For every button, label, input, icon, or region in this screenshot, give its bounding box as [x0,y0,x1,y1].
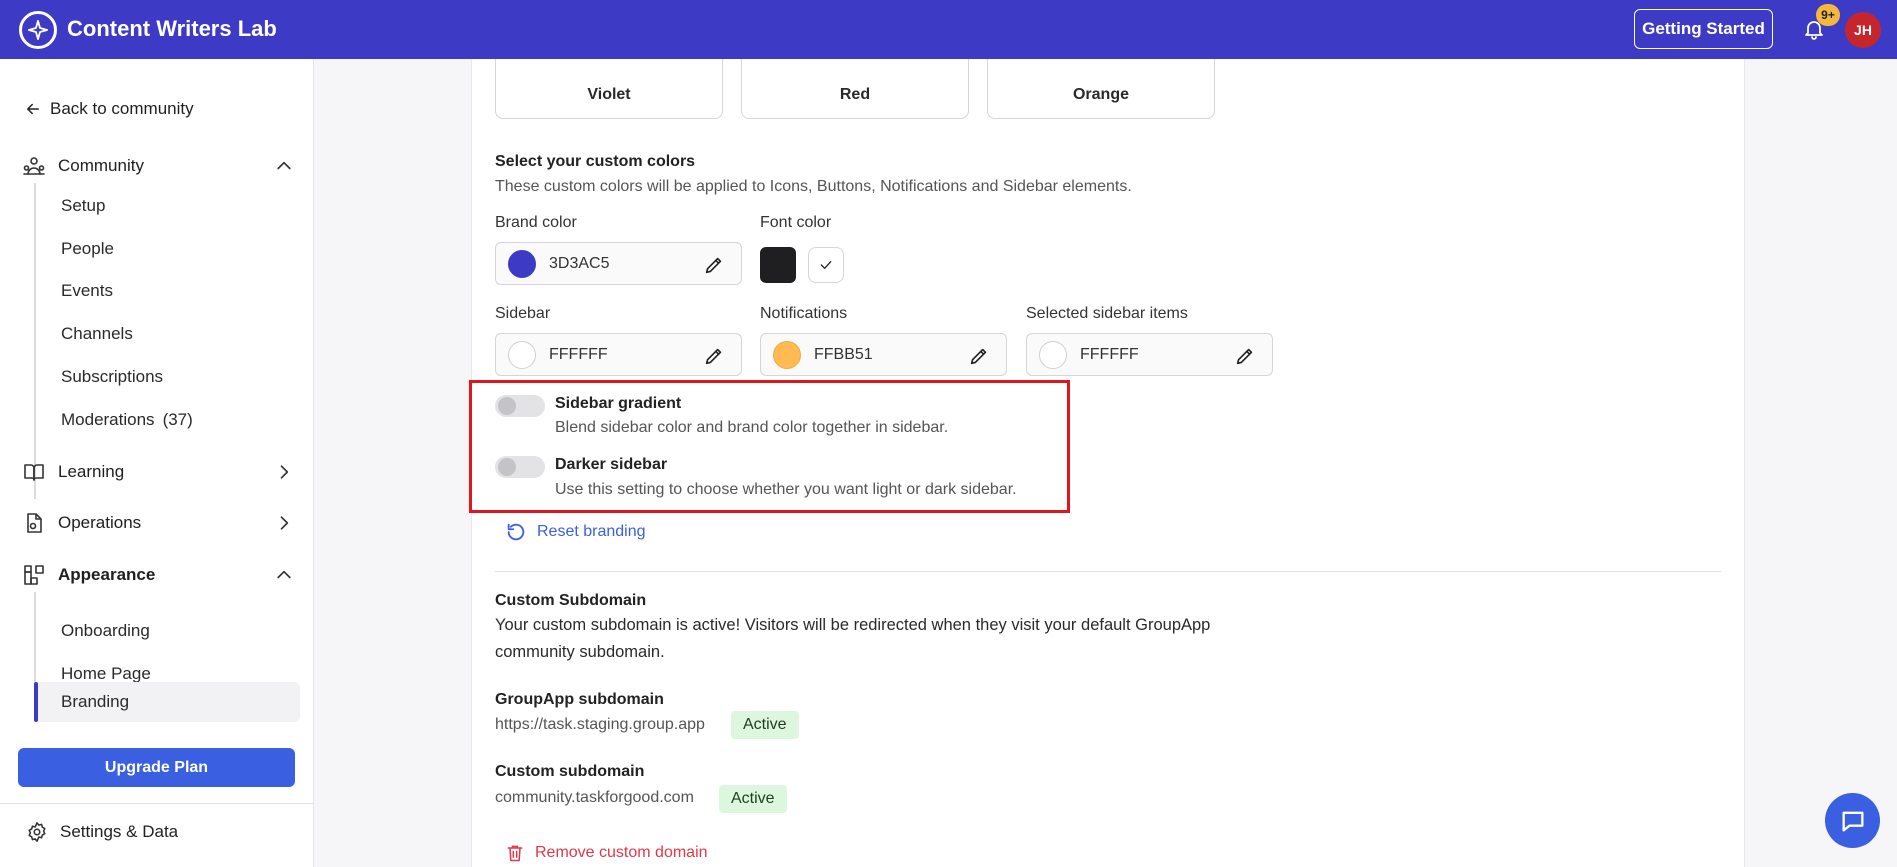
file-settings-icon [27,513,42,533]
pencil-icon[interactable] [703,345,725,367]
sidebar-item-moderations[interactable]: Moderations (37) [61,405,193,435]
reset-branding-label: Reset branding [537,523,646,540]
app-logo-icon[interactable] [19,11,57,49]
moderations-count: (37) [162,410,193,429]
sidebar-item-moderations-label: Moderations [61,410,155,429]
sidebar-color-label: Sidebar [495,305,551,322]
notifications-color-label: Notifications [760,305,848,322]
section-divider [495,571,1721,572]
brand-color-hex: 3D3AC5 [549,254,610,272]
toggle-knob [498,458,516,476]
gear-icon [28,822,46,842]
chevron-up-icon[interactable] [274,565,294,585]
active-indicator [34,682,38,722]
trash-icon [507,845,523,862]
check-icon [820,261,832,269]
font-color-label: Font color [760,214,832,231]
status-badge: Active [719,785,787,813]
sidebar-item-channels[interactable]: Channels [61,319,133,349]
sidebar-section-learning-label: Learning [58,462,125,481]
selected-items-color-label: Selected sidebar items [1026,305,1188,322]
sidebar-gradient-title: Sidebar gradient [555,395,682,412]
chat-support-button[interactable] [1825,793,1880,848]
custom-subdomain-desc-line2: community subdomain. [495,643,665,661]
sidebar-gradient-toggle[interactable] [495,395,545,417]
darker-sidebar-title: Darker sidebar [555,456,668,473]
pencil-icon[interactable] [703,254,725,276]
sidebar-gradient-description: Blend sidebar color and brand color toge… [555,419,949,436]
sidebar-section-operations-label: Operations [58,513,142,532]
font-color-dark-option[interactable] [760,247,796,283]
sidebar-section-appearance[interactable]: Appearance [22,558,294,592]
sidebar-color-hex: FFFFFF [549,345,608,363]
custom-colors-title: Select your custom colors [495,153,696,170]
color-preset-red[interactable]: Red [741,59,969,119]
community-icon [23,157,45,175]
darker-sidebar-toggle[interactable] [495,456,545,478]
sidebar-item-events[interactable]: Events [61,276,113,306]
top-bar: Content Writers Lab Getting Started 9+ J… [0,0,1897,59]
brand-color-swatch [508,249,536,278]
groupapp-subdomain-title: GroupApp subdomain [495,691,664,708]
brand-color-input[interactable]: 3D3AC5 [495,242,742,285]
sidebar-section-learning[interactable]: Learning [22,455,294,489]
sidebar: Back to community Community Setup People… [0,59,314,867]
sidebar-item-onboarding[interactable]: Onboarding [61,616,150,646]
sidebar-item-people[interactable]: People [61,234,114,264]
sidebar-section-operations[interactable]: Operations [22,506,294,540]
notifications-color-hex: FFBB51 [814,345,873,363]
selected-items-color-swatch [1039,340,1067,369]
remove-custom-domain-button[interactable]: Remove custom domain [505,843,708,863]
notification-badge: 9+ [1816,4,1840,26]
toggle-knob [498,397,516,415]
sidebar-section-community[interactable]: Community [22,149,294,183]
sidebar-section-community-label: Community [58,156,144,175]
custom-colors-description: These custom colors will be applied to I… [495,178,1132,195]
sidebar-color-input[interactable]: FFFFFF [495,333,742,376]
avatar[interactable]: JH [1845,12,1881,48]
sidebar-item-subscriptions[interactable]: Subscriptions [61,362,163,392]
book-icon [24,464,44,481]
sidebar-section-appearance-label: Appearance [58,565,156,584]
sidebar-item-branding[interactable]: Branding [34,682,300,722]
back-to-community-label: Back to community [50,99,194,118]
getting-started-button[interactable]: Getting Started [1634,9,1773,49]
chevron-right-icon[interactable] [274,462,294,482]
reset-icon [507,523,525,541]
tree-line [34,183,36,499]
pencil-icon[interactable] [1234,345,1256,367]
groupapp-subdomain-url: https://task.staging.group.app [495,716,705,733]
sidebar-color-swatch [508,340,536,369]
brand-color-label: Brand color [495,214,577,231]
notifications-color-input[interactable]: FFBB51 [760,333,1007,376]
darker-sidebar-description: Use this setting to choose whether you w… [555,481,1017,498]
custom-subdomain-subtitle: Custom subdomain [495,763,645,780]
settings-and-data-link[interactable]: Settings & Data [26,821,178,843]
selected-items-color-input[interactable]: FFFFFF [1026,333,1273,376]
back-to-community-link[interactable]: Back to community [24,99,194,119]
reset-branding-button[interactable]: Reset branding [505,521,646,543]
upgrade-plan-button[interactable]: Upgrade Plan [18,748,295,787]
custom-subdomain-desc-line1: Your custom subdomain is active! Visitor… [495,616,1211,634]
sidebar-divider [0,803,314,804]
arrow-left-icon [27,103,39,115]
font-color-light-option[interactable] [808,247,844,283]
notifications-color-swatch [773,340,801,369]
custom-subdomain-url: community.taskforgood.com [495,789,694,806]
custom-subdomain-title: Custom Subdomain [495,592,647,609]
remove-custom-domain-label: Remove custom domain [535,844,708,861]
chevron-up-icon[interactable] [274,156,294,176]
sidebar-item-setup[interactable]: Setup [61,191,105,221]
settings-and-data-label: Settings & Data [60,822,179,841]
pencil-icon[interactable] [968,345,990,367]
chat-icon [1842,811,1863,831]
app-title[interactable]: Content Writers Lab [67,16,277,42]
status-badge: Active [731,711,799,739]
color-preset-violet[interactable]: Violet [495,59,723,119]
selected-items-color-hex: FFFFFF [1080,345,1139,363]
color-preset-orange[interactable]: Orange [987,59,1215,119]
chevron-right-icon[interactable] [274,513,294,533]
layout-icon [24,565,44,585]
